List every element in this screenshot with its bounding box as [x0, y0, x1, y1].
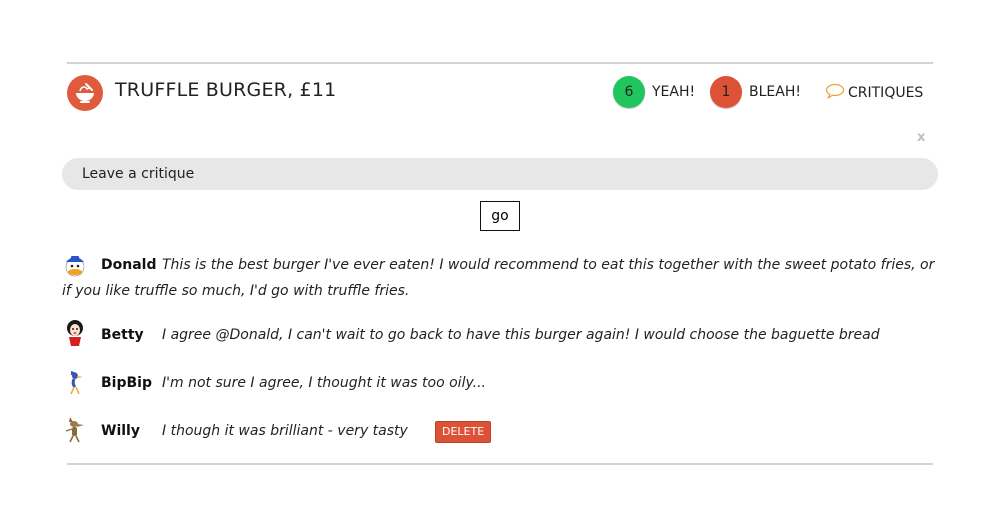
comment-item: BipBip I'm not sure I agree, I thought i…	[62, 370, 942, 398]
yeah-count-badge: 6	[613, 76, 645, 108]
comment-text: I though it was brilliant - very tasty	[162, 423, 408, 439]
bleah-count-badge: 1	[710, 76, 742, 108]
dish-header: TRUFFLE BURGER, £11 6 YEAH! 1 BLEAH! CRI…	[67, 74, 933, 111]
donald-duck-avatar	[62, 252, 88, 280]
road-runner-avatar	[62, 368, 88, 396]
comment-author: BipBip	[101, 375, 152, 391]
dish-title: TRUFFLE BURGER, £11	[115, 79, 337, 101]
comment-item: Donald This is the best burger I've ever…	[62, 252, 942, 304]
delete-comment-button[interactable]: DELETE	[435, 421, 492, 443]
speech-bubble-icon	[825, 83, 845, 103]
yeah-label: YEAH!	[652, 84, 696, 100]
critique-input[interactable]	[62, 158, 938, 190]
close-critiques-button[interactable]: x	[917, 130, 925, 145]
yeah-vote-button[interactable]: 6 YEAH!	[613, 76, 695, 108]
bottom-divider	[67, 463, 933, 465]
food-bowl-icon	[67, 75, 103, 111]
comment-author: Donald	[101, 257, 157, 273]
bleah-vote-button[interactable]: 1 BLEAH!	[710, 76, 801, 108]
comment-author: Willy	[101, 423, 140, 439]
bleah-label: BLEAH!	[749, 84, 801, 100]
comment-item: Betty I agree @Donald, I can't wait to g…	[62, 319, 942, 350]
critiques-label: CRITIQUES	[848, 85, 924, 101]
comment-text: This is the best burger I've ever eaten!…	[62, 257, 935, 299]
top-divider	[67, 62, 933, 64]
comment-author: Betty	[101, 327, 144, 343]
comment-item: Willy I though it was brilliant - very t…	[62, 415, 942, 446]
comment-text: I'm not sure I agree, I thought it was t…	[162, 375, 487, 391]
comment-text: I agree @Donald, I can't wait to go back…	[162, 327, 880, 343]
critiques-link[interactable]: CRITIQUES	[825, 83, 923, 103]
wile-e-coyote-avatar	[62, 415, 88, 443]
go-button[interactable]: go	[480, 201, 520, 231]
betty-boop-avatar	[62, 319, 88, 347]
